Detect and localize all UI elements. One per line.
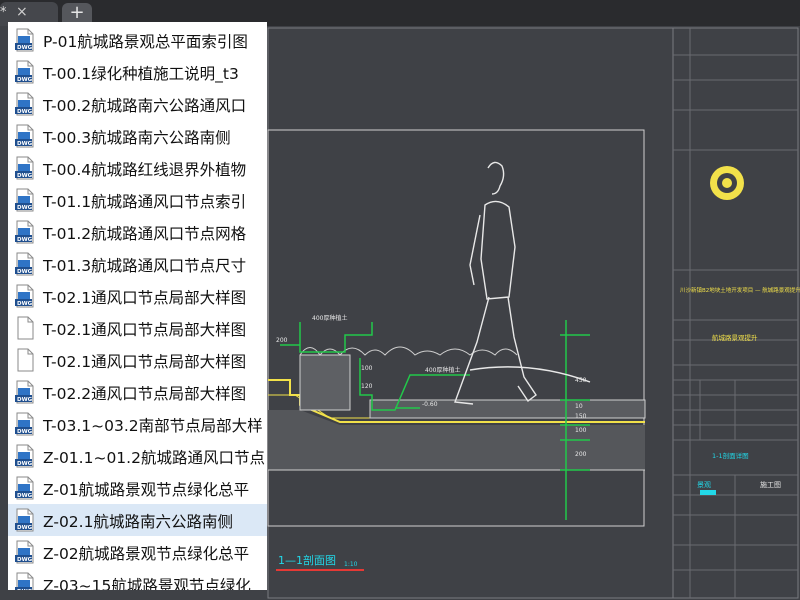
section-title: 1—1剖面图: [278, 553, 336, 567]
dimension-label: 100: [575, 427, 587, 434]
blank-file-icon: [14, 316, 36, 340]
file-row[interactable]: DWG T-00.3航城路南六公路南侧: [8, 120, 267, 152]
svg-text:DWG: DWG: [17, 525, 33, 531]
dimension-label: 150: [575, 413, 587, 420]
file-row[interactable]: DWG T-00.2航城路南六公路通风口: [8, 88, 267, 120]
svg-text:DWG: DWG: [17, 461, 33, 467]
file-name: Z-01航城路景观节点绿化总平: [43, 481, 250, 499]
file-name: T-02.1通风口节点局部大样图: [43, 289, 247, 307]
blank-file-icon: [14, 348, 36, 372]
file-name: T-03.1~03.2南部节点局部大样: [43, 417, 263, 435]
sheet-name: 1-1剖面详图: [712, 451, 749, 460]
file-row[interactable]: T-02.1通风口节点局部大样图: [8, 344, 267, 376]
svg-text:DWG: DWG: [17, 301, 33, 307]
file-name: Z-01.1~01.2航城路通风口节点: [43, 449, 265, 467]
file-name: T-00.1绿化种植施工说明_t3: [43, 65, 239, 83]
file-name: T-02.1通风口节点局部大样图: [43, 321, 247, 339]
svg-text:DWG: DWG: [17, 493, 33, 499]
file-name: T-01.1航城路通风口节点索引: [43, 193, 247, 211]
file-row[interactable]: DWG Z-01.1~01.2航城路通风口节点: [8, 440, 267, 472]
svg-text:DWG: DWG: [17, 397, 33, 403]
svg-text:DWG: DWG: [17, 237, 33, 243]
dwg-file-icon: DWG: [14, 476, 36, 500]
dwg-file-icon: DWG: [14, 572, 36, 590]
dwg-file-icon: DWG: [14, 28, 36, 52]
dimension-label: 10: [575, 403, 583, 410]
stage-value: 施工图: [760, 480, 781, 489]
file-name: Z-02.1航城路南六公路南侧: [43, 513, 233, 531]
company-logo: [710, 166, 744, 200]
file-name: Z-02航城路景观节点绿化总平: [43, 545, 250, 563]
file-row[interactable]: DWG T-02.1通风口节点局部大样图: [8, 280, 267, 312]
file-row[interactable]: DWG Z-03~15航城路景观节点绿化: [8, 568, 267, 590]
dimension-label: 100: [361, 365, 373, 372]
file-row[interactable]: DWG T-00.4航城路红线退界外植物: [8, 152, 267, 184]
svg-text:DWG: DWG: [17, 77, 33, 83]
dwg-file-icon: DWG: [14, 284, 36, 308]
callout-label: 400厚种植土: [312, 314, 347, 322]
dwg-file-icon: DWG: [14, 92, 36, 116]
stage-label: 景观: [697, 481, 711, 489]
file-name: T-01.3航城路通风口节点尺寸: [43, 257, 247, 275]
stage-marker: [700, 490, 716, 495]
section-scale: 1:10: [344, 561, 358, 568]
project-name: 川沙新镇B2地块土地开发项目 — 航城路景观提升专项工程: [680, 286, 800, 294]
file-row[interactable]: DWG Z-02航城路景观节点绿化总平: [8, 536, 267, 568]
unsaved-marker: *: [0, 5, 7, 20]
dwg-file-icon: DWG: [14, 188, 36, 212]
svg-text:DWG: DWG: [17, 269, 33, 275]
human-figure: [454, 161, 591, 405]
section-ground: [268, 346, 646, 471]
close-tab-icon[interactable]: ×: [16, 4, 28, 20]
file-row[interactable]: T-02.1通风口节点局部大样图: [8, 312, 267, 344]
file-name: T-00.2航城路南六公路通风口: [43, 97, 247, 115]
svg-text:DWG: DWG: [17, 557, 33, 563]
file-name: T-01.2航城路通风口节点网格: [43, 225, 247, 243]
dwg-file-icon: DWG: [14, 444, 36, 468]
file-row[interactable]: DWG T-01.3航城路通风口节点尺寸: [8, 248, 267, 280]
drawing-name: 航城路景观提升: [712, 333, 758, 342]
dimension-label: 200: [575, 451, 587, 458]
callout-label: 400厚种植土: [425, 366, 460, 374]
elevation-label: -0.60: [422, 401, 438, 408]
file-name: T-00.4航城路红线退界外植物: [43, 161, 247, 179]
svg-text:DWG: DWG: [17, 45, 33, 51]
dwg-file-icon: DWG: [14, 540, 36, 564]
svg-text:DWG: DWG: [17, 589, 33, 590]
sheet-frame: [267, 27, 799, 599]
file-name: P-01航城路景观总平面索引图: [43, 33, 248, 51]
file-row[interactable]: DWG Z-01航城路景观节点绿化总平: [8, 472, 267, 504]
dwg-file-icon: DWG: [14, 380, 36, 404]
svg-text:DWG: DWG: [17, 173, 33, 179]
dwg-file-icon: DWG: [14, 508, 36, 532]
file-name: T-02.1通风口节点局部大样图: [43, 353, 247, 371]
file-list[interactable]: DWG P-01航城路景观总平面索引图 DWG T-00.1绿化种植施工说明_t3 DW…: [8, 22, 267, 590]
dwg-file-icon: DWG: [14, 60, 36, 84]
file-name: T-00.3航城路南六公路南侧: [43, 129, 231, 147]
svg-text:DWG: DWG: [17, 141, 33, 147]
file-row[interactable]: DWG Z-02.1航城路南六公路南侧: [8, 504, 267, 536]
dwg-file-icon: DWG: [14, 124, 36, 148]
file-name: Z-03~15航城路景观节点绿化: [43, 577, 251, 590]
file-row[interactable]: DWG T-03.1~03.2南部节点局部大样: [8, 408, 267, 440]
dwg-file-icon: DWG: [14, 412, 36, 436]
svg-text:DWG: DWG: [17, 429, 33, 435]
file-row[interactable]: DWG T-02.2通风口节点局部大样图: [8, 376, 267, 408]
file-row[interactable]: DWG T-01.2航城路通风口节点网格: [8, 216, 267, 248]
file-row[interactable]: DWG T-00.1绿化种植施工说明_t3: [8, 56, 267, 88]
dimension-label: 120: [361, 383, 373, 390]
dwg-file-icon: DWG: [14, 156, 36, 180]
dwg-file-icon: DWG: [14, 220, 36, 244]
dimension-label: 200: [276, 337, 288, 344]
file-row[interactable]: DWG P-01航城路景观总平面索引图: [8, 24, 267, 56]
svg-text:DWG: DWG: [17, 205, 33, 211]
dwg-file-icon: DWG: [14, 252, 36, 276]
svg-text:DWG: DWG: [17, 109, 33, 115]
file-row[interactable]: DWG T-01.1航城路通风口节点索引: [8, 184, 267, 216]
title-block-grid: [673, 54, 798, 598]
file-name: T-02.2通风口节点局部大样图: [43, 385, 247, 403]
